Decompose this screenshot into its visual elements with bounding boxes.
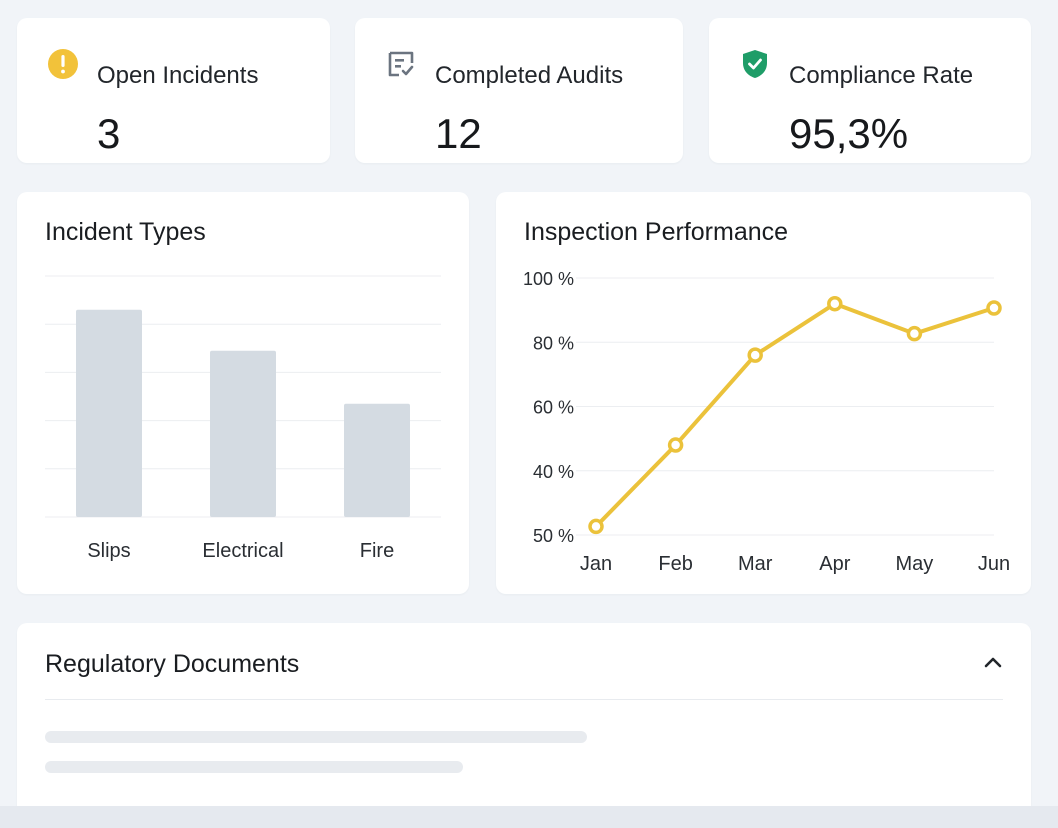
audit-checklist-icon — [388, 51, 414, 77]
x-tick-label: Slips — [87, 540, 130, 562]
data-point-jun[interactable] — [986, 300, 1002, 316]
completed-audits-value: 12 — [435, 110, 482, 157]
chevron-up-icon[interactable] — [981, 651, 1005, 675]
warning-icon — [48, 49, 78, 79]
y-tick-label: 50 % — [533, 526, 574, 546]
shield-check-icon — [743, 50, 767, 78]
regulatory-documents-card: Regulatory Documents — [17, 623, 1031, 813]
incident-types-card: Incident Types Slips Electrical Fire — [17, 192, 469, 594]
data-point-mar[interactable] — [747, 347, 763, 363]
open-incidents-value: 3 — [97, 110, 121, 157]
loading-placeholder-line — [45, 761, 463, 773]
data-point-apr[interactable] — [827, 295, 843, 312]
loading-placeholder-line — [45, 731, 587, 743]
documents-divider — [45, 699, 1003, 700]
y-tick-label: 60 % — [533, 398, 574, 418]
inspection-performance-card: Inspection Performance 100 % 80 % 60 % 40 %… — [496, 192, 1031, 594]
completed-audits-card[interactable]: Completed Audits 12 — [355, 18, 683, 163]
x-tick-label: Electrical — [202, 540, 283, 562]
x-tick-label: Jun — [978, 553, 1010, 575]
open-incidents-card[interactable]: Open Incidents 3 — [17, 18, 330, 163]
x-tick-label: Fire — [360, 540, 394, 562]
bar-fire[interactable] — [344, 403, 410, 517]
incident-types-chart: Slips Electrical Fire — [45, 275, 441, 562]
x-tick-label: Jan — [580, 553, 612, 575]
inspection-performance-chart: 100 % 80 % 60 % 40 % 50 % Jan Feb Mar Apr May Jun — [523, 269, 1010, 575]
y-tick-label: 40 % — [533, 462, 574, 482]
y-tick-label: 100 % — [523, 269, 574, 289]
bar-slips[interactable] — [76, 309, 142, 517]
compliance-rate-card[interactable]: Compliance Rate 95,3% — [709, 18, 1031, 163]
compliance-rate-value: 95,3% — [789, 110, 909, 157]
x-tick-label: Feb — [658, 553, 692, 575]
data-point-jan[interactable] — [588, 518, 604, 535]
bottom-edge — [0, 806, 1058, 828]
compliance-rate-label: Compliance Rate — [789, 62, 974, 89]
data-point-may[interactable] — [906, 325, 923, 342]
y-tick-label: 80 % — [533, 333, 574, 353]
x-tick-label: Apr — [819, 553, 850, 575]
open-incidents-label: Open Incidents — [97, 62, 259, 89]
completed-audits-label: Completed Audits — [435, 62, 624, 89]
data-point-feb[interactable] — [667, 437, 684, 453]
x-tick-label: Mar — [738, 553, 773, 575]
bar-electrical[interactable] — [210, 350, 276, 517]
x-tick-label: May — [896, 553, 934, 575]
regulatory-documents-title: Regulatory Documents — [45, 650, 300, 678]
series-line — [594, 301, 996, 529]
